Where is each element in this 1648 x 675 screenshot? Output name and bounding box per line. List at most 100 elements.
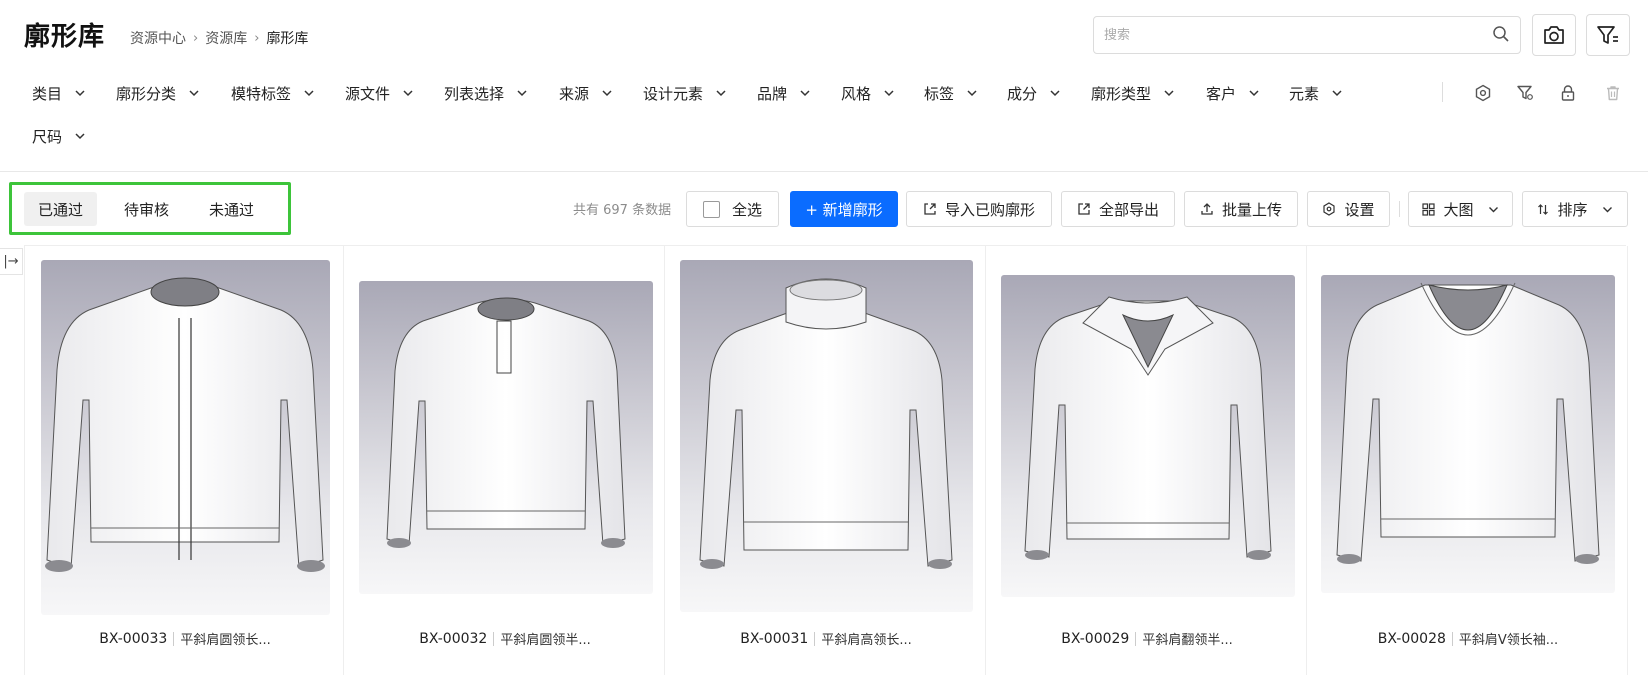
filter-settings-icon[interactable] (1514, 82, 1536, 104)
export-label: 全部导出 (1098, 200, 1159, 219)
tab-pending[interactable]: 待审核 (110, 192, 183, 226)
chevron-down-icon (1488, 206, 1499, 213)
chevron-down-icon (74, 132, 86, 140)
chevron-down-icon (883, 89, 895, 97)
filter-dropdown-brand[interactable]: 品牌 (757, 80, 811, 106)
checkbox[interactable] (702, 200, 720, 218)
select-all-label: 全选 (731, 200, 762, 219)
sort-dropdown[interactable]: 排序 (1522, 191, 1628, 227)
filter-dropdown-list-select[interactable]: 列表选择 (444, 80, 528, 106)
record-count: 共有 697 条数据 (573, 203, 672, 218)
filter-label: 标签 (924, 84, 955, 103)
filter-dropdown-silhouette-class[interactable]: 廓形分类 (116, 80, 200, 106)
import-icon (923, 202, 937, 216)
settings-label: 设置 (1344, 200, 1375, 219)
gear-icon[interactable] (1472, 82, 1494, 104)
breadcrumb-item[interactable]: 资源库 (205, 28, 247, 48)
filter-dropdown-model-tag[interactable]: 模特标签 (231, 80, 315, 106)
silhouette-description: 平斜肩翻领半... (1142, 633, 1233, 648)
page-title: 廓形库 (24, 22, 106, 52)
image-search-button[interactable] (1532, 14, 1576, 56)
search-box (1093, 16, 1521, 54)
filter-dropdown-composition[interactable]: 成分 (1007, 80, 1061, 106)
breadcrumb-current: 廓形库 (266, 31, 309, 47)
upload-icon (1200, 202, 1214, 216)
chevron-down-icon (1049, 89, 1061, 97)
breadcrumb-separator: › (254, 30, 260, 46)
silhouette-card[interactable]: BX-00033 平斜肩圆领长... (24, 246, 344, 675)
filter-label: 列表选择 (444, 84, 505, 103)
filter-dropdown-element[interactable]: 元素 (1289, 80, 1343, 106)
chevron-down-icon (1248, 89, 1260, 97)
filter-list-icon (1597, 26, 1618, 44)
silhouette-card[interactable]: BX-00031 平斜肩高领长... (666, 246, 986, 675)
import-label: 导入已购廓形 (944, 200, 1035, 219)
filter-label: 品牌 (757, 84, 788, 103)
breadcrumb-separator: › (193, 30, 199, 46)
import-purchased-button[interactable]: 导入已购廓形 (906, 191, 1052, 227)
silhouette-card[interactable]: BX-00032 平斜肩圆领半... (345, 246, 665, 675)
garment-image[interactable] (1321, 275, 1615, 593)
chevron-down-icon (1602, 206, 1613, 213)
breadcrumb-item[interactable]: 资源中心 (130, 28, 186, 48)
trash-icon[interactable] (1602, 82, 1624, 104)
select-all-checkbox[interactable]: 全选 (686, 191, 779, 227)
view-mode-dropdown[interactable]: 大图 (1408, 191, 1513, 227)
filter-label: 源文件 (345, 84, 391, 103)
grid-icon (1422, 202, 1436, 216)
lock-icon[interactable] (1557, 82, 1579, 104)
silhouette-card[interactable]: BX-00029 平斜肩翻领半... (987, 246, 1307, 675)
filter-dropdown-design-element[interactable]: 设计元素 (643, 80, 727, 106)
filter-dropdown-category[interactable]: 类目 (32, 80, 86, 106)
page-header: 廓形库 资源中心 › 资源库 › 廓形库 (0, 0, 1648, 70)
advanced-filter-button[interactable] (1586, 14, 1630, 56)
sort-label: 排序 (1557, 200, 1588, 219)
chevron-down-icon (402, 89, 414, 97)
sort-icon (1537, 203, 1549, 216)
search-input[interactable] (1094, 17, 1474, 53)
chevron-down-icon (74, 89, 86, 97)
add-silhouette-button[interactable]: + 新增廓形 (790, 191, 898, 227)
silhouette-code: BX-00031 (740, 630, 809, 647)
silhouette-description: 平斜肩圆领长... (180, 633, 271, 648)
filter-dropdown-tag[interactable]: 标签 (924, 80, 978, 106)
chevron-down-icon (601, 89, 613, 97)
section-divider (0, 171, 1648, 172)
caption-divider (1451, 631, 1453, 646)
chevron-down-icon (188, 89, 200, 97)
silhouette-description: 平斜肩圆领半... (500, 633, 591, 648)
tab-rejected[interactable]: 未通过 (195, 192, 268, 226)
toolbar-divider (1399, 201, 1400, 217)
tab-approved[interactable]: 已通过 (24, 192, 98, 226)
settings-button[interactable]: 设置 (1307, 191, 1390, 227)
export-all-button[interactable]: 全部导出 (1061, 191, 1175, 227)
caption-divider (1135, 631, 1137, 646)
batch-upload-button[interactable]: 批量上传 (1184, 191, 1298, 227)
filter-dropdown-silhouette-type[interactable]: 廓形类型 (1091, 80, 1175, 106)
search-icon[interactable] (1492, 25, 1510, 47)
sidebar-expand-toggle[interactable]: |→ (0, 248, 23, 275)
filter-label: 设计元素 (643, 84, 704, 103)
filter-dropdown-source-file[interactable]: 源文件 (345, 80, 414, 106)
card-caption: BX-00028 平斜肩V领长袖... (1308, 629, 1628, 649)
garment-image[interactable] (41, 260, 330, 615)
camera-icon (1544, 26, 1564, 44)
silhouette-code: BX-00029 (1061, 630, 1130, 647)
silhouette-description: 平斜肩高领长... (821, 633, 912, 648)
caption-divider (173, 631, 175, 646)
export-icon (1077, 202, 1091, 216)
filter-dropdown-style[interactable]: 风格 (841, 80, 895, 106)
filter-dropdown-origin[interactable]: 来源 (559, 80, 613, 106)
view-mode-label: 大图 (1443, 200, 1474, 219)
chevron-down-icon (715, 89, 727, 97)
silhouette-description: 平斜肩V领长袖... (1458, 633, 1559, 648)
chevron-down-icon (1163, 89, 1175, 97)
garment-image[interactable] (1001, 275, 1295, 597)
chevron-down-icon (1331, 89, 1343, 97)
chevron-down-icon (799, 89, 811, 97)
garment-image[interactable] (359, 281, 653, 594)
filter-dropdown-customer[interactable]: 客户 (1206, 80, 1260, 106)
filter-dropdown-size[interactable]: 尺码 (32, 123, 86, 149)
silhouette-card[interactable]: BX-00028 平斜肩V领长袖... (1308, 246, 1628, 675)
garment-image[interactable] (680, 260, 973, 612)
